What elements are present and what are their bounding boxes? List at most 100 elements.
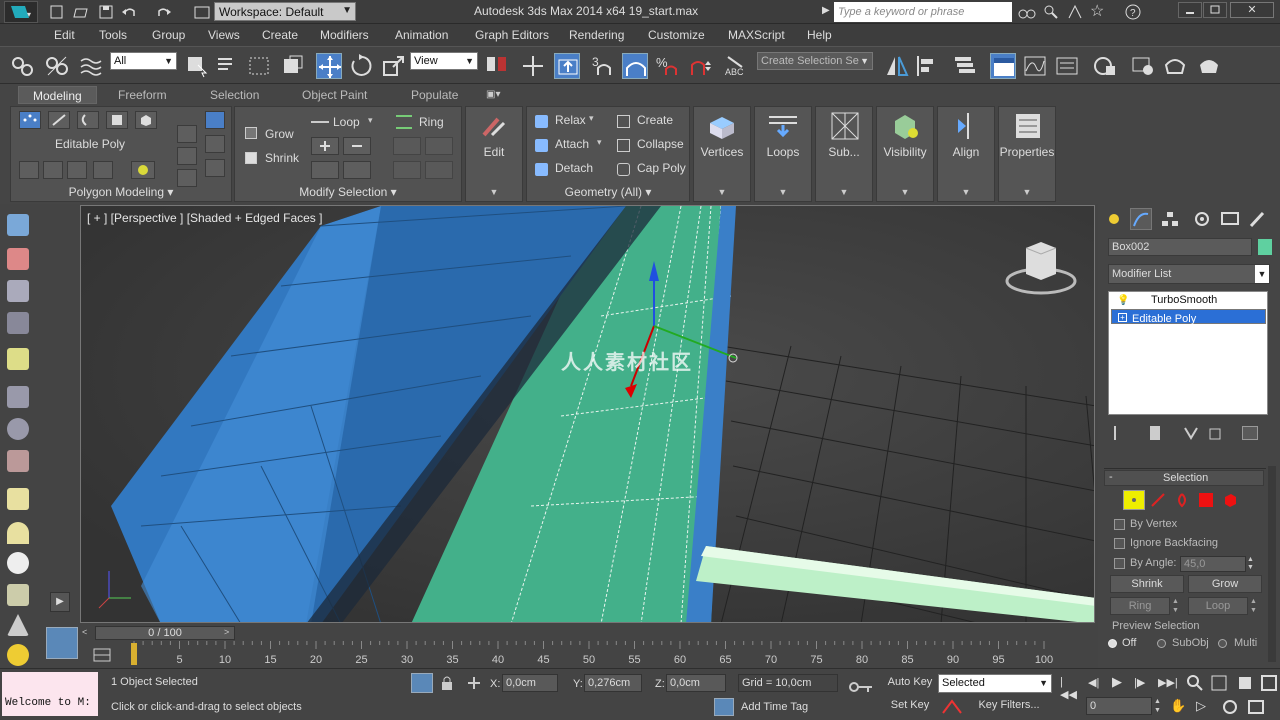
track-bar[interactable]: 5 10 15 20 25 30 35 40 45 50 55 60 65 70 75 80 85 90 95 100 bbox=[120, 641, 1060, 667]
shrink-selection-button[interactable]: Shrink bbox=[1110, 575, 1184, 593]
modify-mode-icon[interactable] bbox=[93, 161, 113, 179]
collapse-button[interactable]: Collapse bbox=[637, 137, 684, 151]
orbit-view-icon[interactable] bbox=[1220, 698, 1240, 716]
sun-icon[interactable] bbox=[7, 644, 29, 666]
show-end-result-icon[interactable] bbox=[205, 135, 225, 153]
bind-space-warp-icon[interactable] bbox=[78, 53, 104, 79]
polygon-mode-icon[interactable] bbox=[106, 111, 128, 129]
render-production-icon[interactable] bbox=[1196, 53, 1222, 79]
search-input[interactable]: Type a keyword or phrase bbox=[834, 2, 1012, 22]
preview-multi-radio[interactable] bbox=[1218, 639, 1227, 648]
configure-sets-icon[interactable] bbox=[205, 159, 225, 177]
edge-mode-icon[interactable] bbox=[48, 111, 70, 129]
maxscript-listener[interactable]: Welcome to M: bbox=[2, 672, 98, 716]
chevron-down-icon[interactable]: ▾ bbox=[589, 113, 594, 124]
visibility-button[interactable]: Visibility ▼ bbox=[876, 106, 934, 202]
ribbon-options-icon[interactable]: ▣▾ bbox=[486, 89, 500, 100]
modifier-stack[interactable]: 💡 TurboSmooth + Editable Poly bbox=[1108, 291, 1268, 415]
motion-panel-icon[interactable] bbox=[1192, 210, 1212, 228]
grow-icon[interactable] bbox=[245, 127, 257, 139]
schematic-view-icon[interactable] bbox=[1054, 53, 1080, 79]
use-nurms-icon[interactable] bbox=[43, 161, 63, 179]
polygon-modeling-panel-label[interactable]: Polygon Modeling ▾ bbox=[11, 185, 231, 199]
grow-button[interactable]: Grow bbox=[265, 127, 294, 141]
display-panel-icon[interactable] bbox=[1220, 210, 1240, 228]
character-icon[interactable] bbox=[7, 450, 29, 472]
light-icon[interactable] bbox=[7, 348, 29, 370]
named-selection-set-dropdown[interactable]: Create Selection Se ▼ bbox=[757, 52, 873, 70]
selection-filter-dropdown[interactable]: All ▼ bbox=[110, 52, 177, 70]
edge-subobject-icon[interactable] bbox=[1150, 492, 1166, 508]
time-slider-prev-icon[interactable]: < bbox=[82, 627, 96, 639]
zoom-all-icon[interactable] bbox=[1210, 674, 1228, 692]
menu-maxscript[interactable]: MAXScript bbox=[728, 28, 785, 42]
go-to-end-icon[interactable]: ▶▶| bbox=[1158, 676, 1178, 690]
keyboard-shortcut-override-icon[interactable] bbox=[554, 53, 580, 79]
chevron-down-icon[interactable]: ▾ bbox=[368, 115, 373, 126]
angle-spinner-input[interactable]: 45,0 bbox=[1180, 556, 1246, 572]
current-frame-input[interactable]: 0 bbox=[1086, 697, 1152, 715]
layer-explorer-icon[interactable] bbox=[952, 53, 978, 79]
rotate-tool-icon[interactable] bbox=[348, 53, 374, 79]
detach-button[interactable]: Detach bbox=[555, 161, 593, 175]
make-unique-icon[interactable] bbox=[1184, 426, 1198, 440]
set-key-mode-icon[interactable] bbox=[940, 697, 964, 717]
align-button[interactable]: Align ▼ bbox=[937, 106, 995, 202]
preview-subobj-radio[interactable] bbox=[1157, 639, 1166, 648]
cap-poly-button[interactable]: Cap Poly bbox=[637, 161, 686, 175]
menu-edit[interactable]: Edit bbox=[54, 28, 75, 42]
edit-named-selection-icon[interactable]: ABC bbox=[722, 53, 748, 79]
configure-modifier-sets-icon[interactable] bbox=[1242, 426, 1258, 440]
chevron-down-icon[interactable]: ▾ bbox=[597, 137, 602, 148]
border-mode-icon[interactable] bbox=[77, 111, 99, 129]
geometry-panel-label[interactable]: Geometry (All) ▾ bbox=[527, 185, 689, 199]
grow-selection-button[interactable]: Grow bbox=[1188, 575, 1262, 593]
menu-create[interactable]: Create bbox=[262, 28, 298, 42]
remove-modifier-icon[interactable] bbox=[1208, 426, 1222, 440]
vertex-mode-icon[interactable] bbox=[19, 111, 41, 129]
tab-object-paint[interactable]: Object Paint bbox=[302, 88, 367, 102]
previous-frame-icon[interactable]: ◀| bbox=[1088, 676, 1106, 690]
favorites-star-icon[interactable]: ☆ bbox=[1090, 3, 1108, 21]
render-setup-icon[interactable] bbox=[1130, 53, 1156, 79]
binoculars-icon[interactable] bbox=[1018, 3, 1036, 21]
preserve-uvs-icon[interactable] bbox=[19, 161, 39, 179]
scale-tool-icon[interactable] bbox=[381, 53, 407, 79]
go-to-start-icon[interactable]: |◀◀ bbox=[1060, 676, 1078, 701]
ring-grow-icon[interactable] bbox=[393, 137, 421, 155]
box-icon[interactable] bbox=[7, 488, 29, 510]
tab-modeling[interactable]: Modeling bbox=[18, 86, 97, 104]
menu-group[interactable]: Group bbox=[152, 28, 185, 42]
hierarchy-panel-icon[interactable] bbox=[1160, 210, 1180, 228]
maximize-viewport-icon[interactable] bbox=[1246, 698, 1266, 716]
subscription-icon[interactable] bbox=[1042, 3, 1060, 21]
collapse-stack-icon[interactable] bbox=[131, 161, 155, 179]
rendered-frame-window-icon[interactable] bbox=[1162, 53, 1188, 79]
modifier-list-dropdown[interactable]: Modifier List ▼ bbox=[1108, 264, 1270, 284]
unlink-icon[interactable] bbox=[44, 53, 70, 79]
loop-mode-icon[interactable] bbox=[311, 161, 339, 179]
menu-rendering[interactable]: Rendering bbox=[569, 28, 624, 42]
key-filters-button[interactable]: Key Filters... bbox=[966, 697, 1052, 715]
properties-button[interactable]: Properties ▼ bbox=[998, 106, 1056, 202]
expand-plus-icon[interactable]: + bbox=[1118, 313, 1127, 322]
curve-editor-icon[interactable] bbox=[1022, 53, 1048, 79]
mirror-icon[interactable] bbox=[884, 53, 910, 79]
ring-button[interactable]: Ring bbox=[419, 115, 444, 129]
show-end-result-icon[interactable] bbox=[1150, 426, 1160, 440]
ring-shrink-icon[interactable] bbox=[425, 137, 453, 155]
save-icon[interactable] bbox=[97, 3, 115, 21]
relax-button[interactable]: Relax bbox=[555, 113, 586, 127]
menu-help[interactable]: Help bbox=[807, 28, 832, 42]
ring-mode-icon[interactable] bbox=[393, 161, 421, 179]
window-crossing-icon[interactable] bbox=[280, 53, 306, 79]
subdivision-button[interactable]: Sub... ▼ bbox=[815, 106, 873, 202]
auto-key-button[interactable]: Auto Key bbox=[886, 674, 934, 692]
grid-icon[interactable] bbox=[7, 312, 29, 334]
attach-button[interactable]: Attach bbox=[555, 137, 589, 151]
create-panel-sun-icon[interactable] bbox=[1104, 210, 1124, 228]
pin-stack-icon[interactable] bbox=[1114, 426, 1128, 440]
zoom-viewport-icon[interactable] bbox=[1186, 674, 1204, 692]
object-color-swatch[interactable] bbox=[1258, 239, 1272, 255]
time-tag-icon[interactable] bbox=[714, 698, 734, 716]
